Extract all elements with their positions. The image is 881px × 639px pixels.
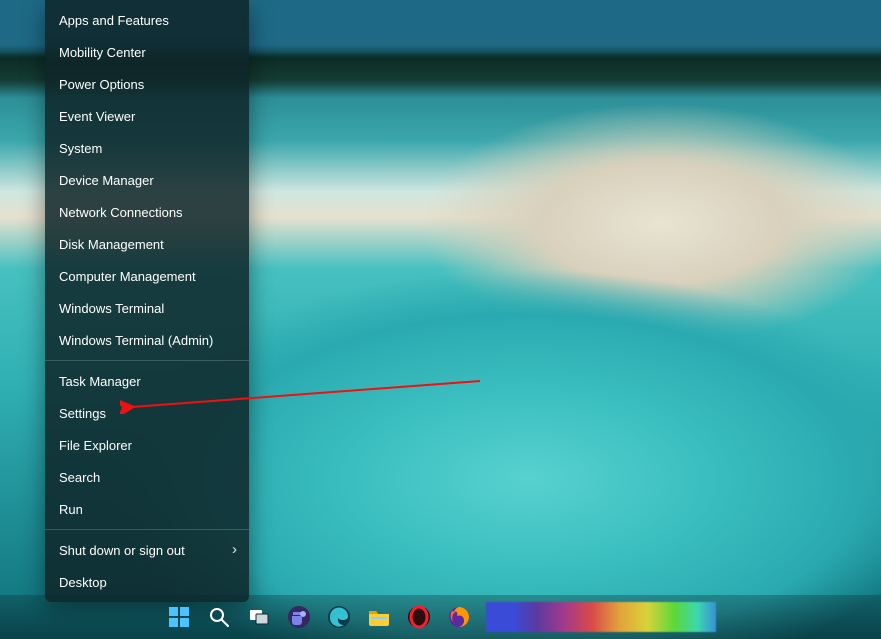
menu-item-label: Shut down or sign out <box>59 543 185 558</box>
taskbar-search-button[interactable] <box>206 604 232 630</box>
menu-network-connections[interactable]: Network Connections <box>45 196 249 228</box>
menu-item-label: Apps and Features <box>59 13 169 28</box>
menu-file-explorer[interactable]: File Explorer <box>45 429 249 461</box>
taskbar-start-button[interactable] <box>166 604 192 630</box>
teams-icon <box>287 605 311 629</box>
menu-system[interactable]: System <box>45 132 249 164</box>
menu-windows-terminal[interactable]: Windows Terminal <box>45 292 249 324</box>
folder-icon <box>367 606 391 628</box>
taskbar-firefox-button[interactable] <box>446 604 472 630</box>
winx-context-menu: Apps and Features Mobility Center Power … <box>45 0 249 602</box>
menu-item-label: Task Manager <box>59 374 141 389</box>
menu-item-label: Power Options <box>59 77 144 92</box>
menu-desktop[interactable]: Desktop <box>45 566 249 598</box>
search-icon <box>208 606 230 628</box>
taskbar-edge-button[interactable] <box>326 604 352 630</box>
menu-settings[interactable]: Settings <box>45 397 249 429</box>
menu-item-label: Event Viewer <box>59 109 135 124</box>
taskbar-opera-button[interactable] <box>406 604 432 630</box>
taskbar <box>0 595 881 639</box>
taskbar-chat-button[interactable] <box>286 604 312 630</box>
menu-item-label: Windows Terminal (Admin) <box>59 333 213 348</box>
menu-item-label: Computer Management <box>59 269 196 284</box>
menu-item-label: Desktop <box>59 575 107 590</box>
taskbar-task-view-button[interactable] <box>246 604 272 630</box>
firefox-icon <box>447 605 471 629</box>
menu-windows-terminal-admin[interactable]: Windows Terminal (Admin) <box>45 324 249 356</box>
menu-event-viewer[interactable]: Event Viewer <box>45 100 249 132</box>
menu-item-label: Settings <box>59 406 106 421</box>
task-view-icon <box>248 606 270 628</box>
menu-item-label: Windows Terminal <box>59 301 164 316</box>
menu-item-label: Device Manager <box>59 173 154 188</box>
menu-apps-and-features[interactable]: Apps and Features <box>45 4 249 36</box>
taskbar-file-explorer-button[interactable] <box>366 604 392 630</box>
menu-power-options[interactable]: Power Options <box>45 68 249 100</box>
opera-icon <box>407 605 431 629</box>
menu-item-label: File Explorer <box>59 438 132 453</box>
menu-item-label: Disk Management <box>59 237 164 252</box>
menu-item-label: System <box>59 141 102 156</box>
menu-task-manager[interactable]: Task Manager <box>45 365 249 397</box>
menu-computer-management[interactable]: Computer Management <box>45 260 249 292</box>
windows-logo-icon <box>168 606 190 628</box>
menu-shut-down-or-sign-out[interactable]: Shut down or sign out <box>45 534 249 566</box>
taskbar-widget-placeholder[interactable] <box>486 602 716 632</box>
edge-icon <box>327 605 351 629</box>
menu-separator <box>45 360 249 361</box>
menu-item-label: Run <box>59 502 83 517</box>
menu-device-manager[interactable]: Device Manager <box>45 164 249 196</box>
menu-disk-management[interactable]: Disk Management <box>45 228 249 260</box>
menu-run[interactable]: Run <box>45 493 249 525</box>
menu-mobility-center[interactable]: Mobility Center <box>45 36 249 68</box>
menu-item-label: Search <box>59 470 100 485</box>
menu-item-label: Mobility Center <box>59 45 146 60</box>
menu-item-label: Network Connections <box>59 205 183 220</box>
menu-separator <box>45 529 249 530</box>
menu-search[interactable]: Search <box>45 461 249 493</box>
